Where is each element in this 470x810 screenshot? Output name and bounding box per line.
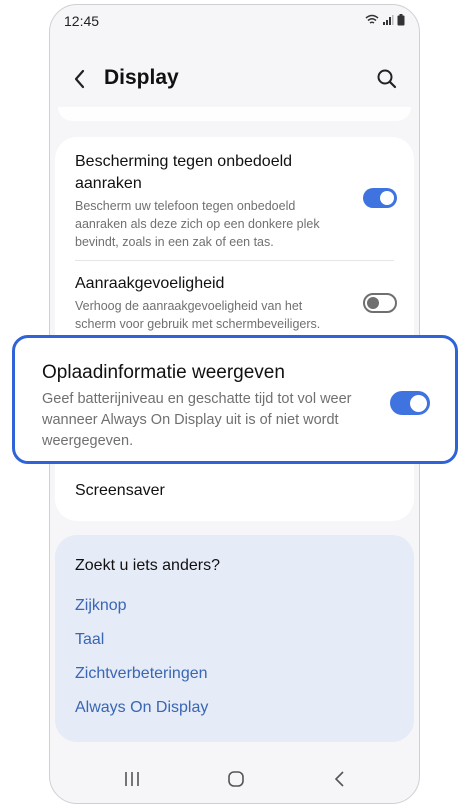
page-title: Display [104,66,179,89]
link-always-on-display[interactable]: Always On Display [75,699,208,717]
wifi-icon [365,14,379,24]
back-arrow-icon[interactable] [70,67,90,91]
suggestions-title: Zoekt u iets anders? [75,557,220,574]
divider [75,260,394,261]
setting-title: Screensaver [75,482,165,499]
link-language[interactable]: Taal [75,631,104,649]
app-bar: Display [50,55,419,105]
battery-icon [397,14,405,26]
setting-description: Bescherm uw telefoon tegen onbedoeld aan… [75,199,320,249]
navigation-bar [50,755,419,803]
setting-accidental-touch[interactable]: Bescherming tegen onbedoeld aanraken Bes… [75,151,394,251]
setting-title: Bescherming tegen onbedoeld aanraken [75,153,293,192]
charging-info-toggle[interactable] [390,391,430,415]
touch-sensitivity-toggle[interactable] [363,293,397,313]
status-icons [365,14,405,26]
recent-apps-icon[interactable] [122,769,142,789]
home-icon[interactable] [226,769,246,789]
status-time: 12:45 [64,13,100,29]
signal-icon [383,15,394,25]
suggestions-card: Zoekt u iets anders? Zijknop Taal Zichtv… [55,535,414,742]
link-visibility[interactable]: Zichtverbeteringen [75,665,208,683]
search-icon[interactable] [375,67,399,91]
scrolled-card-edge [58,107,411,121]
setting-description: Verhoog de aanraakgevoeligheid van het s… [75,299,321,331]
setting-screensaver[interactable]: Screensaver [75,480,394,502]
setting-description: Geef batterijniveau en geschatte tijd to… [42,391,352,449]
link-side-key[interactable]: Zijknop [75,597,127,615]
setting-title: Oplaadinformatie weergeven [42,362,285,383]
setting-touch-sensitivity[interactable]: Aanraakgevoeligheid Verhoog de aanraakge… [75,273,394,333]
accidental-touch-toggle[interactable] [363,188,397,208]
back-nav-icon[interactable] [330,769,350,789]
status-bar: 12:45 [50,5,419,39]
highlighted-setting-charging-info[interactable]: Oplaadinformatie weergeven Geef batterij… [12,335,458,464]
setting-title: Aanraakgevoeligheid [75,275,225,292]
